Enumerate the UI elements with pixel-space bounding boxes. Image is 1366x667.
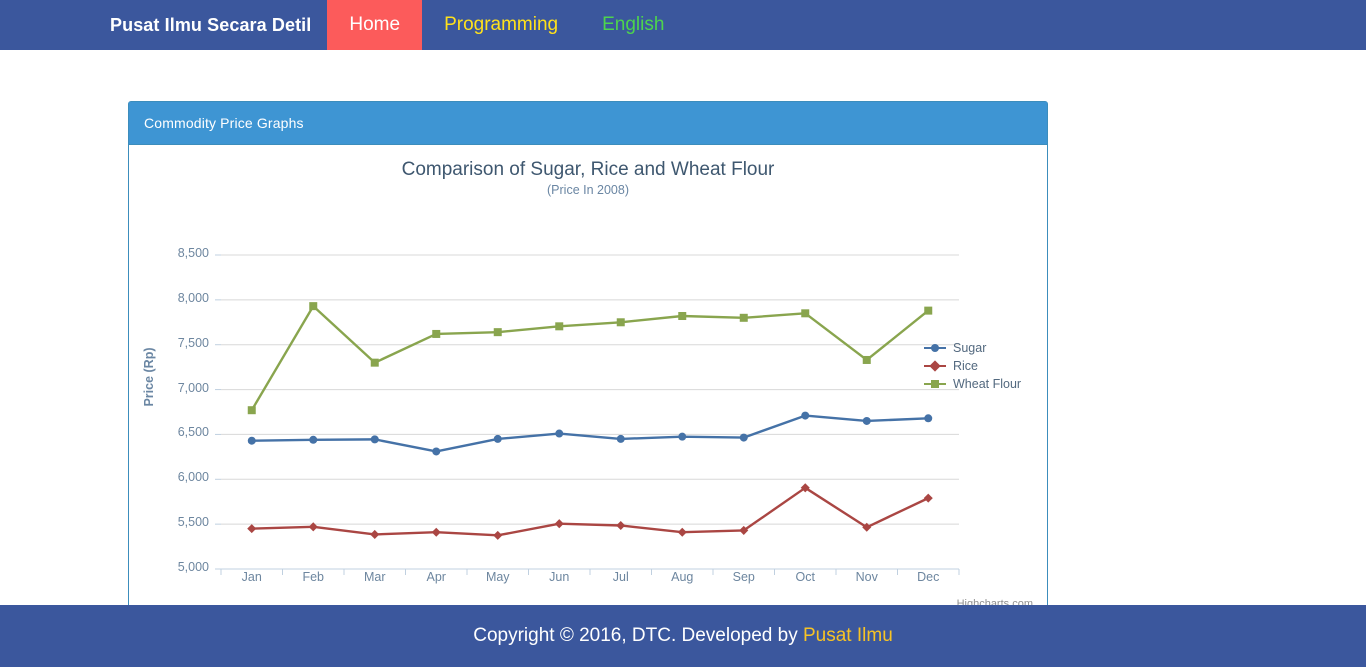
x-axis-tick: Jun <box>549 570 570 584</box>
y-axis-tick: 7,500 <box>177 335 209 350</box>
x-axis-tick: Oct <box>795 570 815 584</box>
x-axis-tick: Mar <box>363 570 386 584</box>
y-axis-tick: 8,500 <box>177 246 209 260</box>
legend-label: Rice <box>953 359 979 373</box>
legend-item[interactable]: Sugar <box>924 339 1021 357</box>
y-axis-tick: 5,000 <box>177 560 209 574</box>
y-axis-tick: 7,000 <box>177 380 209 395</box>
legend-item[interactable]: Wheat Flour <box>924 375 1021 393</box>
x-axis-tick: Aug <box>671 570 694 584</box>
top-navbar: Pusat Ilmu Secara Detil Home Programming… <box>0 0 1366 50</box>
nav-item-english[interactable]: English <box>580 0 686 50</box>
footer-link-pusat-ilmu[interactable]: Pusat Ilmu <box>803 625 893 646</box>
legend-item[interactable]: Rice <box>924 357 1021 375</box>
x-axis-tick: Jul <box>612 570 629 584</box>
x-axis-tick: Feb <box>302 570 325 584</box>
footer-copyright-text: Copyright © 2016, DTC. Developed by <box>473 625 803 646</box>
y-axis-tick: 6,000 <box>177 470 209 485</box>
y-axis-tick: 6,500 <box>177 425 209 440</box>
legend-marker-icon <box>924 378 946 390</box>
navbar-brand[interactable]: Pusat Ilmu Secara Detil <box>0 0 327 50</box>
legend-label: Wheat Flour <box>953 377 1022 391</box>
x-axis-tick: Apr <box>426 570 446 584</box>
legend-marker-icon <box>924 342 946 354</box>
commodity-price-panel: Commodity Price Graphs Comparison of Sug… <box>128 101 1048 622</box>
line-chart[interactable]: Comparison of Sugar, Rice and Wheat Flou… <box>129 145 1047 621</box>
chart-legend: Sugar Rice Wheat Flour <box>924 339 1021 393</box>
y-axis-tick: 5,500 <box>177 515 209 530</box>
legend-marker-icon <box>924 360 946 372</box>
footer-text: Copyright © 2016, DTC. Developed by Pusa… <box>473 625 893 647</box>
panel-title: Commodity Price Graphs <box>144 115 304 131</box>
x-axis-tick: Nov <box>855 570 878 584</box>
y-axis-tick: 8,000 <box>177 290 209 305</box>
x-axis-tick: May <box>485 570 510 584</box>
page-content: Commodity Price Graphs Comparison of Sug… <box>0 50 1366 622</box>
x-axis-tick: Sep <box>732 570 755 584</box>
nav-item-home[interactable]: Home <box>327 0 423 50</box>
panel-header: Commodity Price Graphs <box>129 102 1047 145</box>
x-axis-tick: Jan <box>241 570 262 584</box>
panel-body: Comparison of Sugar, Rice and Wheat Flou… <box>129 145 1047 621</box>
chart-plot-area <box>215 254 960 575</box>
page-footer: Copyright © 2016, DTC. Developed by Pusa… <box>0 605 1366 667</box>
legend-label: Sugar <box>953 341 987 355</box>
nav-item-programming[interactable]: Programming <box>422 0 580 50</box>
x-axis-tick: Dec <box>917 570 940 584</box>
